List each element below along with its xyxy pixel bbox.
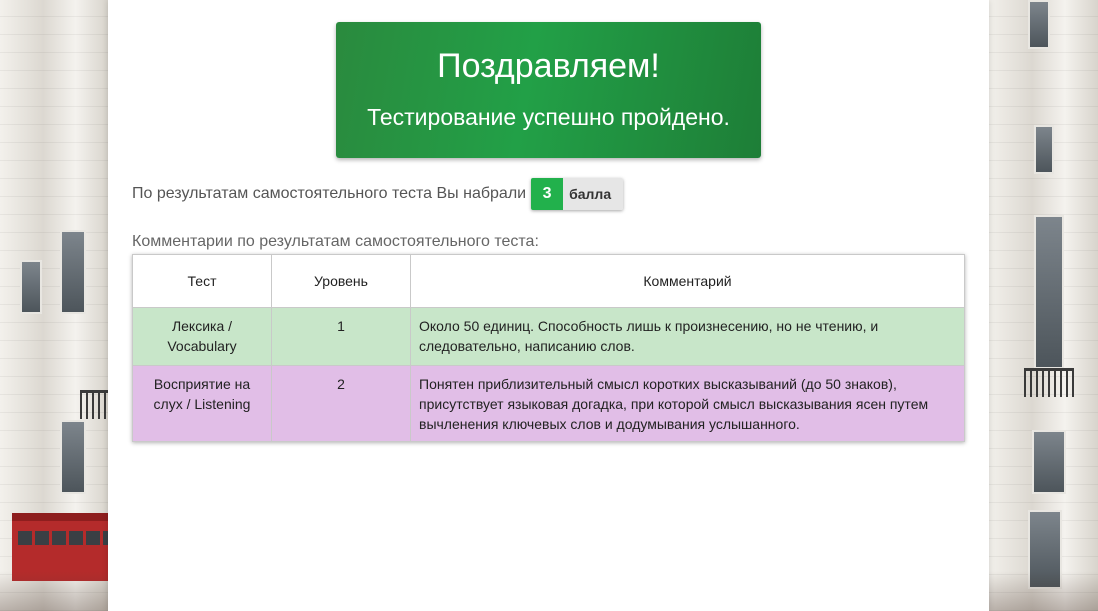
content-panel: Поздравляем! Тестирование успешно пройде… (108, 0, 989, 611)
header-test: Тест (132, 254, 272, 308)
score-unit: балла (563, 178, 624, 210)
cell-comment: Около 50 единиц. Способность лишь к прои… (410, 307, 965, 366)
comments-caption: Комментарии по результатам самостоятельн… (132, 233, 539, 250)
score-line: По результатам самостоятельного теста Вы… (132, 178, 624, 210)
score-badge: 3 балла (531, 178, 624, 210)
cell-level: 2 (271, 365, 411, 442)
building-window (20, 260, 42, 314)
score-value: 3 (531, 178, 564, 210)
cell-comment: Понятен приблизительный смысл коротких в… (410, 365, 965, 442)
cell-test: Лексика / Vocabulary (132, 307, 272, 366)
table-row: Лексика / Vocabulary 1 Около 50 единиц. … (132, 307, 965, 366)
building-balcony (1024, 368, 1074, 397)
building-window (1028, 0, 1050, 49)
cell-test: Восприятие на слух / Listening (132, 365, 272, 442)
table-header-row: Тест Уровень Комментарий (132, 254, 965, 308)
background-building-left (0, 0, 108, 611)
building-window (60, 230, 86, 314)
table-row: Восприятие на слух / Listening 2 Понятен… (132, 365, 965, 442)
building-window (1034, 215, 1064, 369)
cell-level: 1 (271, 307, 411, 366)
building-window (60, 420, 86, 494)
success-banner: Поздравляем! Тестирование успешно пройде… (336, 22, 761, 158)
street-crowd-image (988, 571, 1098, 611)
banner-subtitle: Тестирование успешно пройдено. (367, 104, 730, 130)
banner-title: Поздравляем! (437, 47, 660, 85)
street-crowd-image (0, 571, 108, 611)
header-comment: Комментарий (410, 254, 965, 308)
building-window (1032, 430, 1066, 494)
header-level: Уровень (271, 254, 411, 308)
results-table: Тест Уровень Комментарий Лексика / Vocab… (132, 254, 965, 442)
building-window (1034, 125, 1054, 174)
score-prefix: По результатам самостоятельного теста Вы… (132, 185, 527, 202)
building-balcony (80, 390, 108, 419)
background-building-right (988, 0, 1098, 611)
